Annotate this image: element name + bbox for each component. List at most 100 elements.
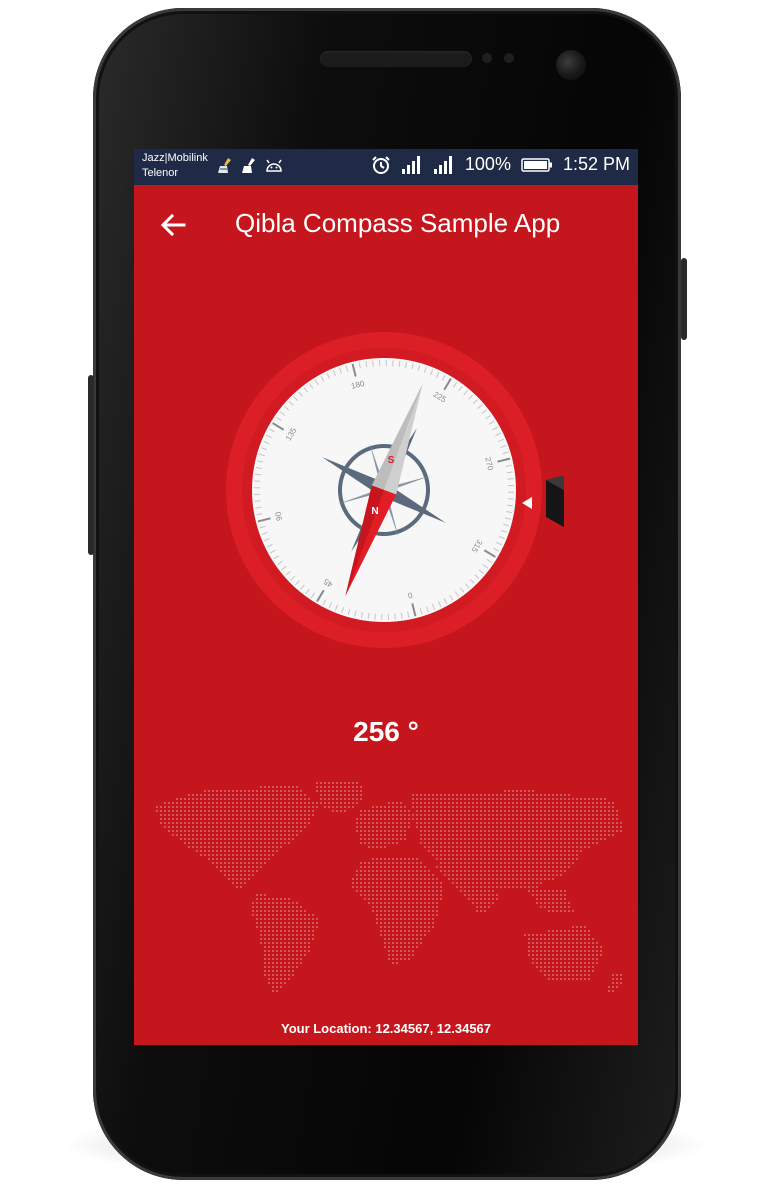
map-dot	[200, 850, 202, 852]
map-dot	[280, 938, 282, 940]
map-dot	[248, 858, 250, 860]
map-dot	[236, 870, 238, 872]
map-dot	[368, 818, 370, 820]
map-dot	[592, 810, 594, 812]
map-dot	[364, 874, 366, 876]
map-dot	[464, 810, 466, 812]
map-dot	[552, 946, 554, 948]
map-dot	[576, 934, 578, 936]
map-dot	[356, 882, 358, 884]
map-dot	[460, 842, 462, 844]
map-dot	[456, 846, 458, 848]
map-dot	[488, 850, 490, 852]
map-dot	[380, 830, 382, 832]
map-dot	[576, 970, 578, 972]
map-dot	[292, 818, 294, 820]
map-dot	[284, 954, 286, 956]
map-dot	[344, 782, 346, 784]
map-dot	[416, 818, 418, 820]
map-dot	[328, 798, 330, 800]
map-dot	[468, 826, 470, 828]
map-dot	[280, 902, 282, 904]
map-dot	[392, 958, 394, 960]
battery-percent: 100%	[464, 154, 511, 174]
map-dot	[424, 822, 426, 824]
map-dot	[608, 806, 610, 808]
map-dot	[556, 902, 558, 904]
map-dot	[196, 806, 198, 808]
map-dot	[264, 798, 266, 800]
map-dot	[304, 810, 306, 812]
map-dot	[408, 934, 410, 936]
map-dot	[240, 802, 242, 804]
map-dot	[208, 798, 210, 800]
map-dot	[236, 858, 238, 860]
map-dot	[488, 866, 490, 868]
map-dot	[344, 810, 346, 812]
map-dot	[460, 838, 462, 840]
map-dot	[388, 950, 390, 952]
app-screen: Jazz|Mobilink Telenor 100% 1:52 PM Qibla…	[134, 149, 638, 1045]
map-dot	[592, 802, 594, 804]
map-dot	[272, 906, 274, 908]
map-dot	[256, 902, 258, 904]
map-dot	[304, 798, 306, 800]
map-dot	[584, 926, 586, 928]
signal-icon	[433, 155, 452, 174]
map-dot	[560, 974, 562, 976]
map-dot	[244, 846, 246, 848]
map-dot	[304, 918, 306, 920]
map-dot	[480, 834, 482, 836]
map-dot	[416, 910, 418, 912]
map-dot	[504, 830, 506, 832]
map-dot	[456, 826, 458, 828]
map-dot	[268, 842, 270, 844]
map-dot	[252, 902, 254, 904]
map-dot	[156, 810, 158, 812]
map-dot	[284, 806, 286, 808]
map-dot	[272, 822, 274, 824]
map-dot	[304, 802, 306, 804]
map-dot	[548, 938, 550, 940]
map-dot	[536, 826, 538, 828]
map-dot	[468, 882, 470, 884]
map-dot	[376, 910, 378, 912]
map-dot	[280, 798, 282, 800]
back-button[interactable]	[158, 209, 190, 241]
map-dot	[212, 850, 214, 852]
map-dot	[304, 914, 306, 916]
map-dot	[560, 806, 562, 808]
map-dot	[504, 882, 506, 884]
map-dot	[268, 790, 270, 792]
battery-icon	[521, 157, 552, 172]
map-dot	[304, 950, 306, 952]
map-dot	[580, 926, 582, 928]
map-dot	[556, 970, 558, 972]
map-dot	[208, 850, 210, 852]
map-dot	[560, 802, 562, 804]
map-dot	[460, 830, 462, 832]
map-dot	[288, 794, 290, 796]
map-dot	[532, 830, 534, 832]
map-dot	[232, 802, 234, 804]
map-dot	[416, 822, 418, 824]
map-dot	[552, 838, 554, 840]
map-dot	[380, 934, 382, 936]
map-dot	[376, 878, 378, 880]
map-dot	[568, 858, 570, 860]
map-dot	[492, 902, 494, 904]
map-dot	[516, 874, 518, 876]
map-dot	[516, 858, 518, 860]
map-dot	[296, 830, 298, 832]
map-dot	[184, 798, 186, 800]
map-dot	[428, 822, 430, 824]
map-dot	[404, 830, 406, 832]
map-dot	[204, 822, 206, 824]
map-dot	[420, 802, 422, 804]
map-dot	[288, 974, 290, 976]
map-dot	[280, 922, 282, 924]
map-dot	[552, 962, 554, 964]
map-dot	[516, 814, 518, 816]
map-dot	[588, 966, 590, 968]
map-dot	[256, 922, 258, 924]
